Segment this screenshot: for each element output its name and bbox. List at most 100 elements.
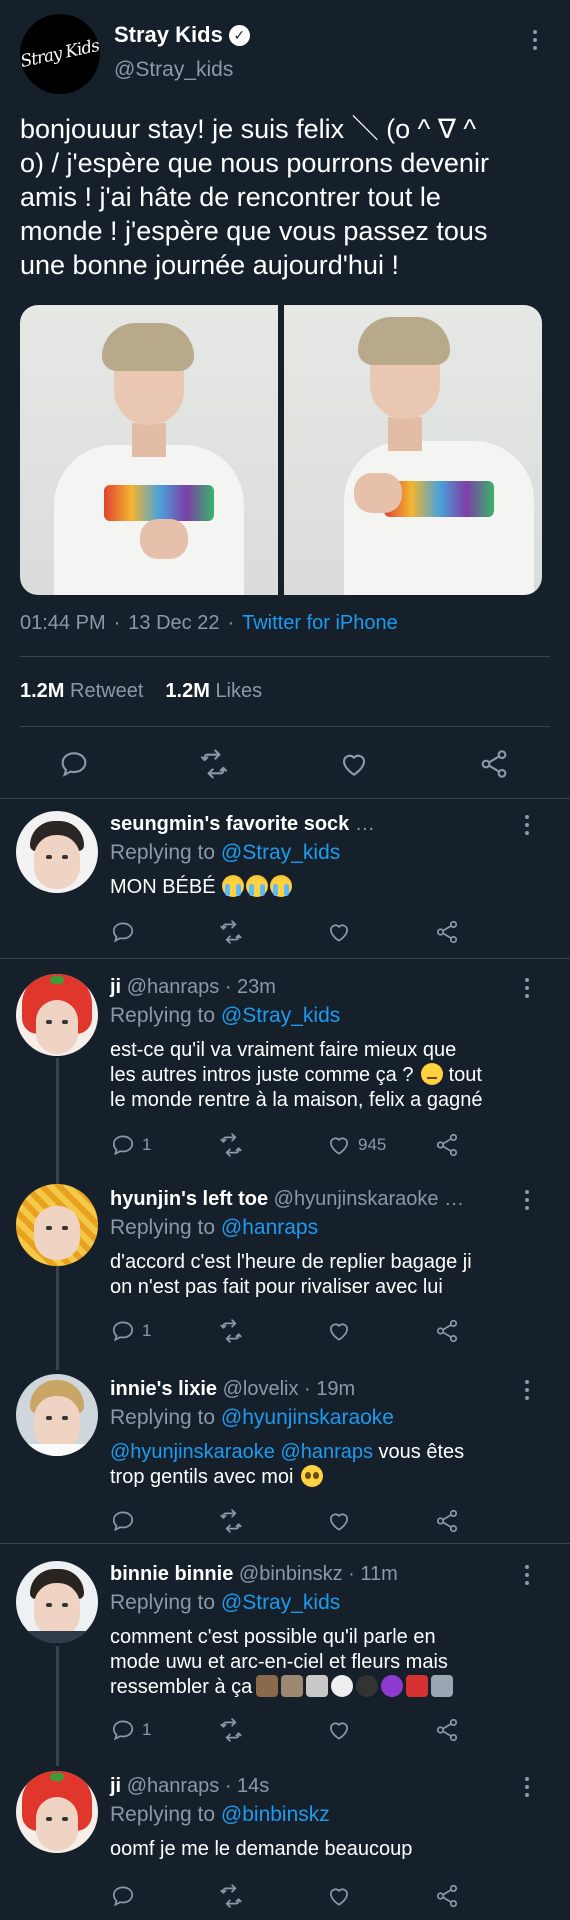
tweet-media[interactable] [20, 305, 542, 595]
reply-item[interactable]: ji @hanraps · 14s Replying to @binbinskz… [0, 1767, 570, 1920]
reply-icon[interactable] [110, 919, 136, 945]
share-icon[interactable] [434, 1717, 460, 1743]
reply-avatar[interactable] [16, 1184, 98, 1266]
reply-icon[interactable] [110, 1132, 136, 1158]
share-button[interactable] [434, 1132, 460, 1158]
share-icon[interactable] [434, 919, 460, 945]
like-icon[interactable] [326, 1717, 352, 1743]
like-icon[interactable] [326, 1508, 352, 1534]
retweets-stat[interactable]: 1.2M Retweet [20, 680, 143, 703]
tweet-photo-1[interactable] [20, 305, 278, 595]
retweet-icon[interactable] [218, 1717, 244, 1743]
replying-to-link[interactable]: @binbinskz [221, 1803, 330, 1826]
share-icon[interactable] [434, 1132, 460, 1158]
reply-author-name[interactable]: binnie binnie [110, 1563, 233, 1585]
likes-stat[interactable]: 1.2M Likes [165, 680, 262, 703]
reply-button[interactable] [110, 1883, 136, 1909]
like-button[interactable]: 945 [326, 1132, 386, 1158]
share-button[interactable] [434, 1717, 460, 1743]
like-button[interactable] [326, 1717, 352, 1743]
reply-button[interactable]: 1 [110, 1318, 151, 1344]
retweet-icon[interactable] [218, 919, 244, 945]
replying-to-link[interactable]: @Stray_kids [221, 1004, 340, 1027]
more-icon[interactable] [522, 978, 532, 1002]
author-name-row[interactable]: Stray Kids ✓ [114, 22, 250, 48]
reply-avatar[interactable] [16, 974, 98, 1056]
retweet-button[interactable] [218, 1717, 244, 1743]
replying-to-link[interactable]: @hanraps [221, 1216, 318, 1239]
reply-button[interactable] [110, 919, 136, 945]
reply-item[interactable]: innie's lixie @lovelix · 19m Replying to… [0, 1372, 570, 1544]
like-icon[interactable] [326, 1883, 352, 1909]
reply-item[interactable]: binnie binnie @binbinskz · 11m Replying … [0, 1545, 570, 1767]
reply-icon[interactable] [110, 1508, 136, 1534]
reply-author-name[interactable]: seungmin's favorite sock [110, 813, 349, 835]
retweet-icon[interactable] [198, 748, 230, 780]
retweet-icon[interactable] [218, 1132, 244, 1158]
more-icon[interactable] [522, 1190, 532, 1214]
reply-avatar[interactable] [16, 1561, 98, 1643]
retweet-icon[interactable] [218, 1883, 244, 1909]
retweet-button[interactable] [218, 1318, 244, 1344]
replying-to-link[interactable]: @Stray_kids [221, 841, 340, 864]
reply-item[interactable]: seungmin's favorite sock … Replying to @… [0, 799, 570, 959]
more-icon[interactable] [522, 1380, 532, 1404]
reply-icon[interactable] [110, 1318, 136, 1344]
share-button[interactable] [434, 1318, 460, 1344]
reply-author-handle[interactable]: @binbinskz [239, 1563, 343, 1585]
reply-author-handle[interactable]: @lovelix [223, 1378, 299, 1400]
mention-link[interactable]: @hyunjinskaraoke [110, 1441, 275, 1463]
reply-icon[interactable] [58, 748, 90, 780]
reply-avatar[interactable] [16, 811, 98, 893]
like-icon[interactable] [326, 1318, 352, 1344]
retweet-button[interactable] [218, 1508, 244, 1534]
more-icon[interactable] [522, 1777, 532, 1801]
reply-author-name[interactable]: innie's lixie [110, 1378, 217, 1400]
reply-author-name[interactable]: hyunjin's left toe [110, 1188, 268, 1210]
share-button[interactable] [434, 1883, 460, 1909]
reply-avatar[interactable] [16, 1374, 98, 1456]
reply-avatar[interactable] [16, 1771, 98, 1853]
more-icon[interactable] [522, 1565, 532, 1589]
tweet-source-link[interactable]: Twitter for iPhone [242, 612, 398, 635]
reply-button[interactable]: 1 [110, 1132, 151, 1158]
like-icon[interactable] [326, 919, 352, 945]
like-icon[interactable] [338, 748, 370, 780]
like-button[interactable] [326, 1318, 352, 1344]
reply-item[interactable]: ji @hanraps · 23m Replying to @Stray_kid… [0, 960, 570, 1182]
share-icon[interactable] [434, 1318, 460, 1344]
share-icon[interactable] [434, 1508, 460, 1534]
like-button[interactable] [326, 1883, 352, 1909]
retweet-icon[interactable] [218, 1508, 244, 1534]
like-icon[interactable] [326, 1132, 352, 1158]
retweet-button[interactable] [218, 919, 244, 945]
retweet-icon[interactable] [218, 1318, 244, 1344]
reply-author-name[interactable]: ji [110, 976, 121, 998]
like-button[interactable] [326, 919, 352, 945]
like-button[interactable] [326, 1508, 352, 1534]
retweet-button[interactable] [218, 1132, 244, 1158]
author-avatar[interactable]: Stray Kids [20, 14, 100, 94]
reply-author-name[interactable]: ji [110, 1775, 121, 1797]
reply-icon[interactable] [110, 1717, 136, 1743]
reply-author-handle[interactable]: @hanraps [127, 1775, 220, 1797]
reply-button[interactable]: 1 [110, 1717, 151, 1743]
more-icon[interactable] [522, 815, 532, 839]
author-handle[interactable]: @Stray_kids [114, 58, 233, 82]
share-button[interactable] [434, 1508, 460, 1534]
author-name[interactable]: Stray Kids [114, 22, 223, 48]
replying-to-link[interactable]: @Stray_kids [221, 1591, 340, 1614]
share-icon[interactable] [478, 748, 510, 780]
share-button[interactable] [434, 919, 460, 945]
retweet-button[interactable] [218, 1883, 244, 1909]
reply-author-handle[interactable]: @hyunjinskaraoke [274, 1188, 439, 1210]
reply-button[interactable] [110, 1508, 136, 1534]
reply-item[interactable]: hyunjin's left toe @hyunjinskaraoke … Re… [0, 1182, 570, 1372]
replying-to-link[interactable]: @hyunjinskaraoke [221, 1406, 394, 1429]
mention-link[interactable]: @hanraps [280, 1441, 373, 1463]
more-icon[interactable] [530, 30, 540, 54]
share-icon[interactable] [434, 1883, 460, 1909]
reply-author-handle[interactable]: @hanraps [127, 976, 220, 998]
reply-icon[interactable] [110, 1883, 136, 1909]
tweet-photo-2[interactable] [284, 305, 542, 595]
